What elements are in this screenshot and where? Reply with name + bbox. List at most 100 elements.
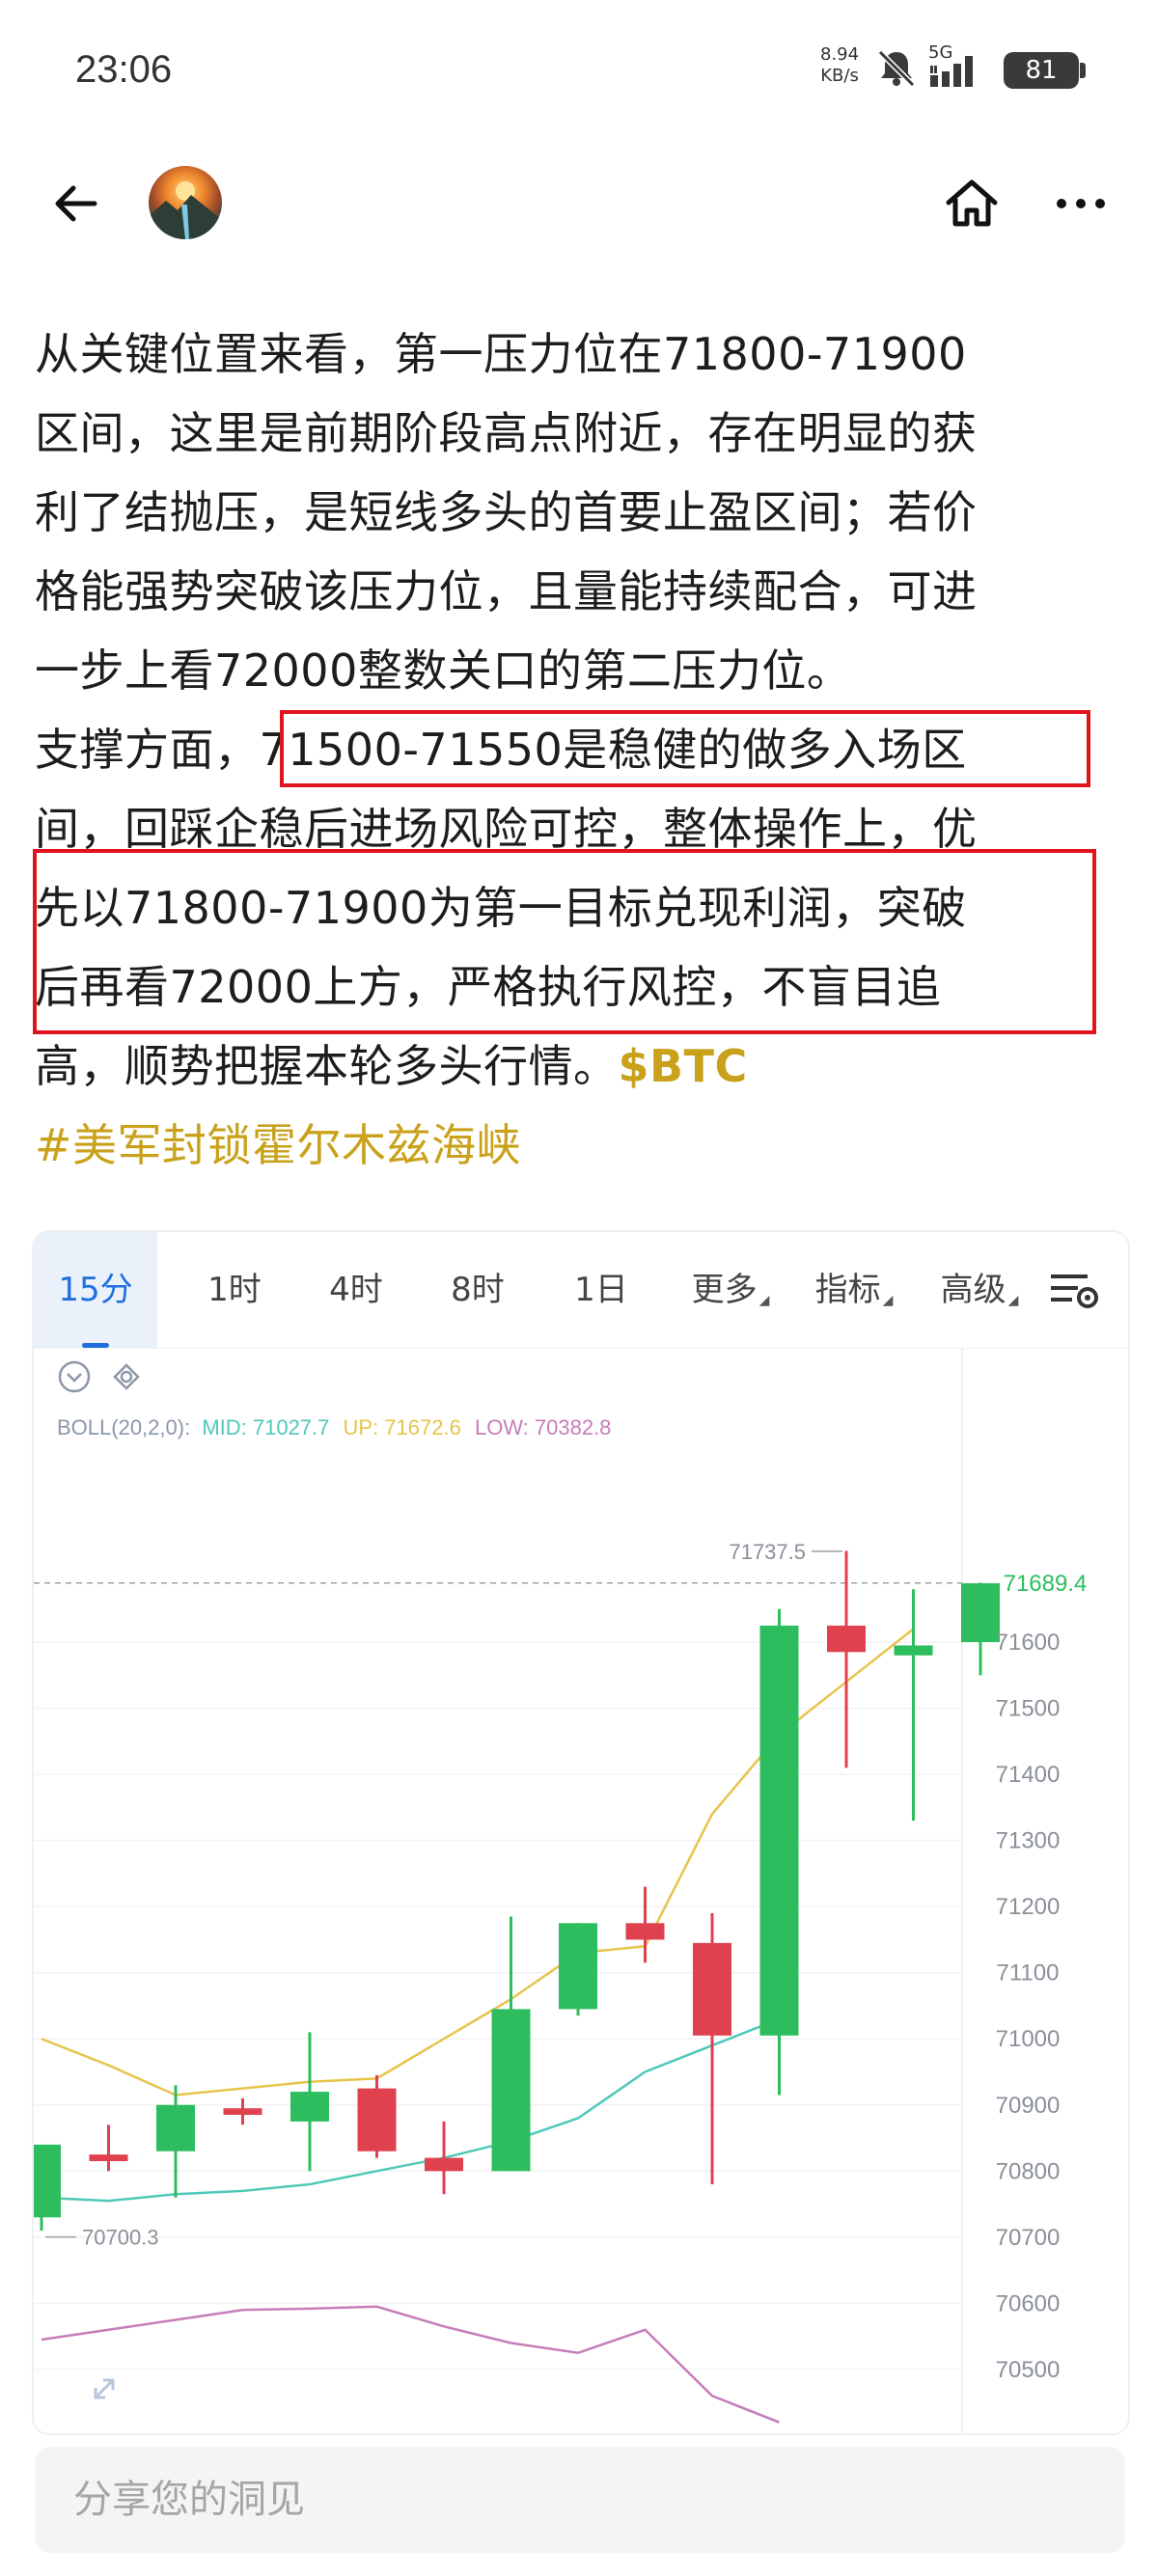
candle-body — [156, 2104, 195, 2151]
candle-body — [491, 2009, 531, 2172]
post-line: 支撑方面，71500-71550是稳健的做多入场区 — [35, 710, 1129, 789]
hashtag-link[interactable]: #美军封锁霍尔木兹海峡 — [35, 1106, 1129, 1185]
candle-body — [961, 1583, 1000, 1643]
network-speed-value: 8.94 — [820, 44, 860, 65]
candlestick[interactable] — [625, 1886, 665, 1963]
post-line: 一步上看72000整数关口的第二压力位。 — [35, 644, 852, 697]
collapse-indicator-icon[interactable] — [58, 1360, 91, 1393]
tab-label: 1日 — [574, 1271, 628, 1309]
y-tick-label: 70600 — [996, 2290, 1061, 2316]
tab-label: 8时 — [451, 1271, 505, 1309]
more-dots-icon[interactable] — [1054, 193, 1108, 214]
candle-body — [34, 2144, 61, 2218]
y-tick-label: 70800 — [996, 2158, 1061, 2184]
triangle-down-icon: ◢ — [1007, 1293, 1019, 1308]
y-tick-label: 71600 — [996, 1630, 1061, 1656]
post-line: 先以71800-71900为第一目标兑现利润，突破 — [35, 882, 967, 934]
tab-8h[interactable]: 8时 — [431, 1232, 524, 1348]
post-line: 从关键位置来看，第一压力位在71800-71900 — [35, 328, 967, 380]
network-speed-unit: KB/s — [820, 66, 859, 86]
tab-indicators[interactable]: 指标 ◢ — [798, 1232, 910, 1348]
tab-15m[interactable]: 15分 — [34, 1232, 157, 1348]
candlestick[interactable] — [425, 2121, 463, 2195]
tab-1h[interactable]: 1时 — [188, 1232, 281, 1348]
candlestick[interactable] — [894, 1589, 933, 1822]
post-line: 后再看72000上方，严格执行风控，不盲目追 — [35, 961, 942, 1013]
candle-body — [894, 1645, 933, 1656]
comment-bar — [35, 2447, 1125, 2553]
y-tick-label: 70700 — [996, 2225, 1061, 2251]
tab-more[interactable]: 更多 ◢ — [675, 1232, 786, 1348]
tab-label: 1时 — [207, 1271, 262, 1309]
candle-body — [759, 1625, 799, 2036]
candle-body — [693, 1942, 731, 2036]
candlestick[interactable] — [89, 2124, 128, 2172]
boll-upper-band-line — [41, 2305, 780, 2424]
candle-body — [559, 1923, 597, 2010]
high-marker-label: 71737.5 — [729, 1540, 806, 1564]
post-content: 从关键位置来看，第一压力位在71800-71900 区间，这里是前期阶段高点附近… — [35, 315, 1129, 1185]
candlestick[interactable] — [223, 2097, 262, 2125]
chart-settings-icon[interactable] — [1049, 1271, 1103, 1313]
low-marker-label: 70700.3 — [82, 2226, 159, 2250]
tab-label: 指标 — [814, 1271, 881, 1309]
candle-body — [89, 2154, 128, 2162]
y-tick-label: 71200 — [996, 1894, 1061, 1920]
signal-icon — [930, 56, 973, 87]
boll-up-value: UP: 71672.6 — [344, 1415, 461, 1439]
tab-label: 15分 — [58, 1271, 133, 1309]
triangle-down-icon: ◢ — [758, 1293, 770, 1308]
candlestick[interactable] — [357, 2074, 397, 2158]
candle-body — [827, 1625, 866, 1653]
candlestick[interactable] — [693, 1913, 731, 2184]
boll-label: BOLL(20,2,0): — [57, 1415, 190, 1439]
y-tick-label: 71000 — [996, 2026, 1061, 2052]
arrow-left-icon[interactable] — [50, 179, 104, 228]
mute-notification-icon — [877, 49, 916, 88]
candlestick[interactable] — [491, 1916, 531, 2172]
expand-chart-icon[interactable] — [94, 2378, 115, 2399]
y-tick-label: 70900 — [996, 2093, 1061, 2119]
network-speed: 8.94 KB/s — [820, 44, 859, 87]
eye-toggle-icon[interactable] — [113, 1363, 140, 1390]
post-text: 是稳健的做多入场区 — [563, 724, 967, 776]
chart-timeframe-tabs: 15分 1时 4时 8时 1日 更多 ◢ 指标 ◢ 高级 ◢ — [34, 1232, 1128, 1348]
y-tick-label: 71400 — [996, 1762, 1061, 1788]
candlestick[interactable] — [34, 2144, 61, 2231]
y-tick-label: 71100 — [997, 1960, 1060, 1987]
boll-lower-band-line — [41, 2017, 780, 2203]
post-text: 高，顺势把握本轮多头行情。 — [35, 1040, 619, 1092]
y-tick-label: 70500 — [996, 2357, 1061, 2383]
post-line: 高，顺势把握本轮多头行情。$BTC — [35, 1027, 1129, 1106]
post-line: 格能强势突破该压力位，且量能持续配合，可进 — [35, 565, 978, 617]
home-icon[interactable] — [944, 178, 1000, 230]
tab-1d[interactable]: 1日 — [555, 1232, 648, 1348]
comment-input[interactable] — [35, 2447, 1125, 2553]
candlestick[interactable] — [156, 2085, 195, 2198]
tab-label: 更多 — [691, 1271, 758, 1309]
post-line: 利了结抛压，是短线多头的首要止盈区间；若价 — [35, 486, 978, 538]
candle-body — [625, 1923, 665, 1940]
boll-indicator-legend: BOLL(20,2,0): MID: 71027.7 UP: 71672.6 L… — [57, 1415, 611, 1439]
post-text: 支撑方面， — [35, 724, 260, 776]
post-line: 间，回踩企稳后进场风险可控，整体操作上，优 — [35, 803, 978, 855]
candlestick[interactable] — [759, 1608, 799, 2096]
boll-low-value: LOW: 70382.8 — [475, 1415, 611, 1439]
candlestick[interactable] — [290, 2032, 329, 2172]
candlestick[interactable] — [559, 1923, 597, 2016]
tab-label: 高级 — [940, 1271, 1006, 1309]
tab-advanced[interactable]: 高级 ◢ — [924, 1232, 1035, 1348]
avatar[interactable] — [149, 166, 222, 239]
tab-4h[interactable]: 4时 — [310, 1232, 402, 1348]
clock: 23:06 — [75, 48, 173, 91]
btc-ticker-link[interactable]: $BTC — [619, 1040, 748, 1092]
last-price-label: 71689.4 — [1004, 1571, 1088, 1597]
kline-chart[interactable]: BOLL(20,2,0): MID: 71027.7 UP: 71672.6 L… — [34, 1348, 1128, 2433]
candle-body — [223, 2108, 262, 2116]
candlestick[interactable] — [961, 1582, 1000, 1676]
kline-chart-card: 15分 1时 4时 8时 1日 更多 ◢ 指标 ◢ 高级 ◢ BOLL(20,2,0)… — [32, 1230, 1130, 2435]
y-tick-label: 71500 — [996, 1696, 1061, 1722]
post-line: 区间，这里是前期阶段高点附近，存在明显的获 — [35, 407, 978, 459]
avatar-image — [149, 181, 222, 239]
battery-indicator: 81 — [1004, 52, 1086, 89]
